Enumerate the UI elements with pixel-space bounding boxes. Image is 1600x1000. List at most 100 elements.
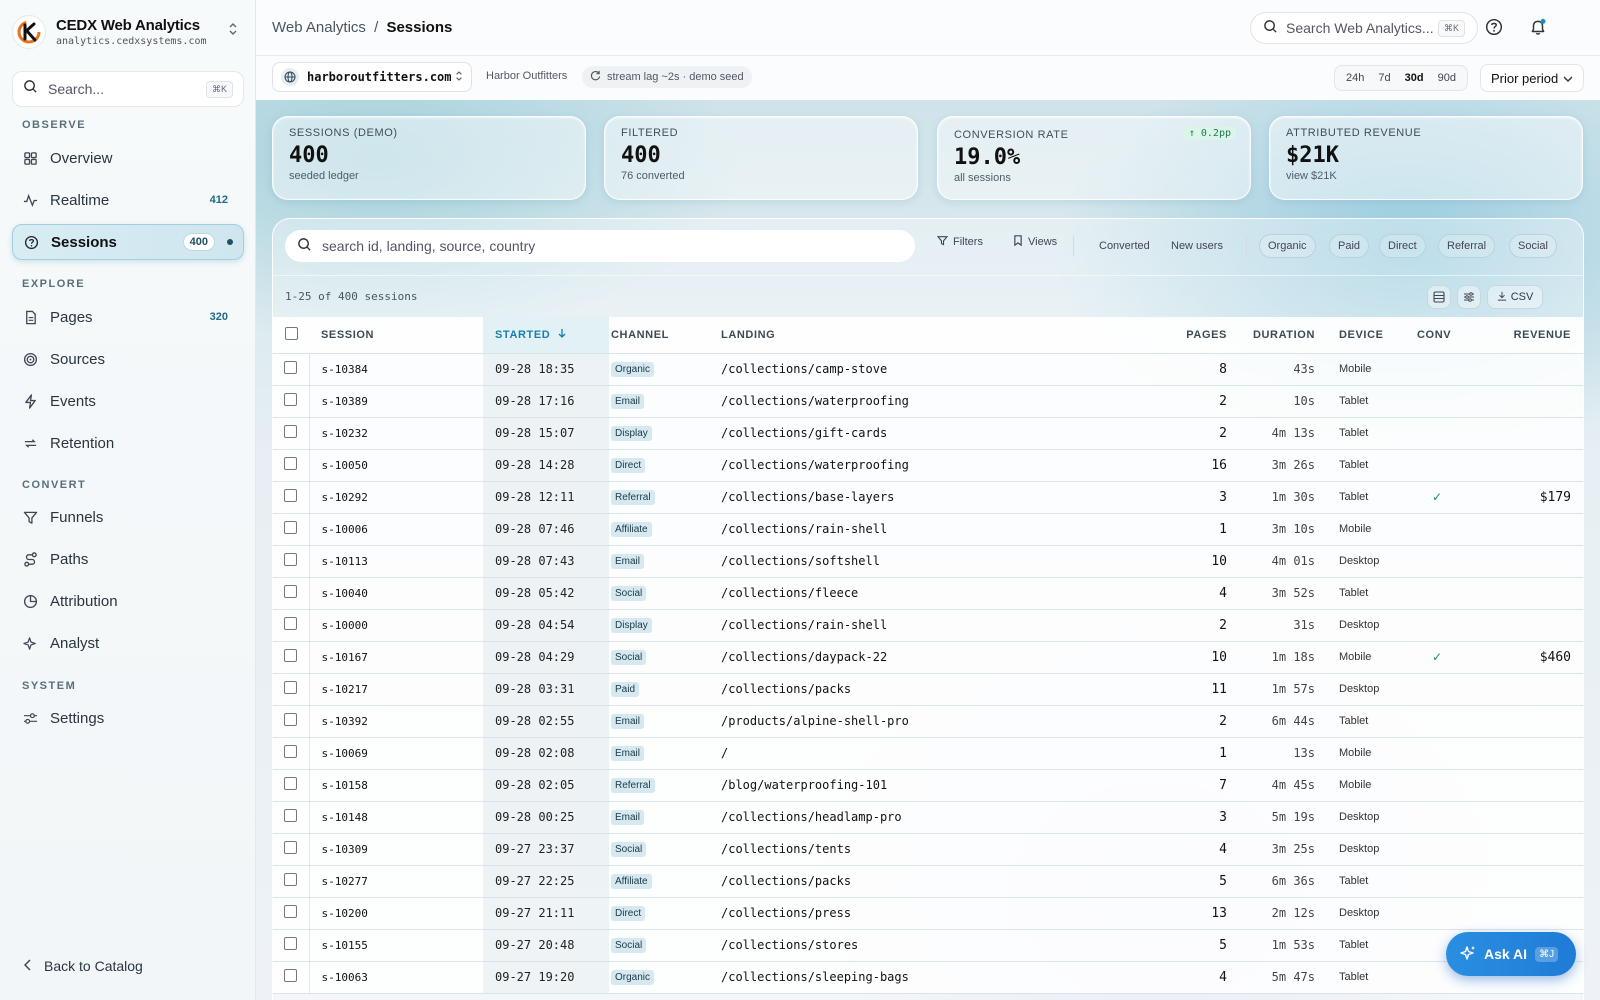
- landing-path[interactable]: /collections/fleece: [719, 577, 1139, 610]
- channel-filter-direct[interactable]: Direct: [1379, 234, 1426, 258]
- landing-path[interactable]: /collections/waterproofing: [719, 449, 1139, 482]
- sidebar-item-attribution[interactable]: Attribution: [12, 583, 244, 619]
- session-id[interactable]: s-10384: [309, 353, 483, 386]
- row-checkbox[interactable]: [284, 681, 298, 694]
- chevron-up-down-icon[interactable]: [228, 22, 238, 36]
- table-row[interactable]: s-10155 09-27 20:48 Social/collections/sto…: [273, 929, 1583, 962]
- help-icon[interactable]: [1485, 18, 1505, 38]
- table-row[interactable]: s-10389 09-28 17:16 Email/collections/wate…: [273, 385, 1583, 418]
- column-header-channel[interactable]: CHANNEL: [609, 317, 719, 354]
- column-header-pages[interactable]: PAGES: [1139, 317, 1239, 354]
- range-90d[interactable]: 90d: [1431, 72, 1463, 84]
- row-checkbox[interactable]: [284, 617, 298, 630]
- table-row[interactable]: s-10277 09-27 22:25 Affiliate/collections/…: [273, 865, 1583, 898]
- session-id[interactable]: s-10309: [309, 833, 483, 866]
- session-id[interactable]: s-10232: [309, 417, 483, 450]
- density-toggle-icon[interactable]: [1427, 285, 1451, 309]
- channel-filter-paid[interactable]: Paid: [1329, 234, 1370, 258]
- sidebar-item-overview[interactable]: Overview: [12, 140, 244, 176]
- global-search[interactable]: Search Web Analytics... ⌘K: [1250, 12, 1478, 44]
- session-id[interactable]: s-10292: [309, 481, 483, 514]
- column-header-revenue[interactable]: REVENUE: [1467, 317, 1583, 354]
- row-checkbox[interactable]: [284, 745, 298, 758]
- session-id[interactable]: s-10217: [309, 673, 483, 706]
- landing-path[interactable]: /collections/packs: [719, 673, 1139, 706]
- views-button[interactable]: Views: [1013, 235, 1057, 249]
- landing-path[interactable]: /collections/press: [719, 897, 1139, 930]
- column-header-conv[interactable]: CONV: [1407, 317, 1467, 354]
- landing-path[interactable]: /collections/rain-shell: [719, 513, 1139, 546]
- brand-switcher[interactable]: CEDX Web Analytics analytics.cedxsystems…: [12, 12, 244, 52]
- channel-filter-referral[interactable]: Referral: [1438, 234, 1496, 258]
- range-24h[interactable]: 24h: [1339, 72, 1371, 84]
- sidebar-item-realtime[interactable]: Realtime 412: [12, 182, 244, 218]
- landing-path[interactable]: /collections/gift-cards: [719, 417, 1139, 450]
- sidebar-search-input[interactable]: Search...: [48, 81, 206, 97]
- select-all-checkbox[interactable]: [284, 326, 298, 340]
- filters-button[interactable]: Filters: [936, 235, 983, 249]
- column-header-device[interactable]: DEVICE: [1327, 317, 1407, 354]
- row-checkbox[interactable]: [284, 873, 298, 886]
- converted-filter[interactable]: Converted: [1091, 234, 1158, 258]
- session-search[interactable]: search id, landing, source, country: [285, 230, 915, 262]
- row-checkbox[interactable]: [284, 425, 298, 438]
- table-row[interactable]: s-10063 09-27 19:20 Organic/collections/sl…: [273, 961, 1583, 994]
- sidebar-item-retention[interactable]: Retention: [12, 425, 244, 461]
- row-checkbox[interactable]: [284, 393, 298, 406]
- table-row[interactable]: s-10069 09-28 02:08 Email /1 13s Mobile: [273, 737, 1583, 770]
- range-30d[interactable]: 30d: [1398, 72, 1431, 84]
- table-row[interactable]: s-10232 09-28 15:07 Display/collections/gi…: [273, 417, 1583, 450]
- landing-path[interactable]: /collections/stores: [719, 929, 1139, 962]
- landing-path[interactable]: /collections/packs: [719, 865, 1139, 898]
- landing-path[interactable]: /collections/daypack-22: [719, 641, 1139, 674]
- sidebar-item-funnels[interactable]: Funnels: [12, 499, 244, 535]
- row-checkbox[interactable]: [284, 489, 298, 502]
- sidebar-item-sources[interactable]: Sources: [12, 341, 244, 377]
- landing-path[interactable]: /collections/waterproofing: [719, 385, 1139, 418]
- session-id[interactable]: s-10113: [309, 545, 483, 578]
- column-header-session[interactable]: SESSION: [309, 317, 483, 354]
- sidebar-item-paths[interactable]: Paths: [12, 541, 244, 577]
- table-row[interactable]: s-10006 09-28 07:46 Affiliate/collections/…: [273, 513, 1583, 546]
- ask-ai-button[interactable]: Ask AI ⌘J: [1446, 932, 1576, 976]
- row-checkbox[interactable]: [284, 713, 298, 726]
- row-checkbox[interactable]: [284, 585, 298, 598]
- landing-path[interactable]: /collections/rain-shell: [719, 609, 1139, 642]
- table-row[interactable]: s-10392 09-28 02:55 Email/products/alpine-…: [273, 705, 1583, 738]
- row-checkbox[interactable]: [284, 777, 298, 790]
- session-search-input[interactable]: search id, landing, source, country: [322, 238, 535, 254]
- landing-path[interactable]: /products/alpine-shell-pro: [719, 705, 1139, 738]
- table-row[interactable]: s-10113 09-28 07:43 Email/collections/soft…: [273, 545, 1583, 578]
- columns-settings-icon[interactable]: [1457, 285, 1481, 309]
- table-row[interactable]: s-10309 09-27 23:37 Social/collections/ten…: [273, 833, 1583, 866]
- row-checkbox[interactable]: [284, 841, 298, 854]
- session-id[interactable]: s-10148: [309, 801, 483, 834]
- row-checkbox[interactable]: [284, 361, 298, 374]
- new-users-filter[interactable]: New users: [1163, 234, 1231, 258]
- back-to-catalog-link[interactable]: Back to Catalog: [23, 958, 143, 974]
- landing-path[interactable]: /collections/base-layers: [719, 481, 1139, 514]
- session-id[interactable]: s-10006: [309, 513, 483, 546]
- sidebar-item-pages[interactable]: Pages 320: [12, 299, 244, 335]
- column-header-duration[interactable]: DURATION: [1239, 317, 1327, 354]
- column-header-started[interactable]: STARTED: [483, 317, 609, 354]
- range-7d[interactable]: 7d: [1371, 72, 1397, 84]
- session-id[interactable]: s-10200: [309, 897, 483, 930]
- session-id[interactable]: s-10155: [309, 929, 483, 962]
- sidebar-item-analyst[interactable]: Analyst: [12, 625, 244, 661]
- table-row[interactable]: s-10200 09-27 21:11 Direct/collections/pre…: [273, 897, 1583, 930]
- session-id[interactable]: s-10158: [309, 769, 483, 802]
- export-csv-button[interactable]: CSV: [1487, 285, 1543, 309]
- session-id[interactable]: s-10277: [309, 865, 483, 898]
- table-row[interactable]: s-10292 09-28 12:11 Referral/collections/b…: [273, 481, 1583, 514]
- table-row[interactable]: s-10040 09-28 05:42 Social/collections/fle…: [273, 577, 1583, 610]
- table-row[interactable]: s-10384 09-28 18:35 Organic/collections/ca…: [273, 353, 1583, 386]
- compare-period-select[interactable]: Prior period: [1480, 64, 1584, 92]
- sidebar-item-events[interactable]: Events: [12, 383, 244, 419]
- channel-filter-social[interactable]: Social: [1509, 234, 1557, 258]
- table-row[interactable]: s-10000 09-28 04:54 Display/collections/ra…: [273, 609, 1583, 642]
- session-id[interactable]: s-10069: [309, 737, 483, 770]
- table-row[interactable]: s-10148 09-28 00:25 Email/collections/head…: [273, 801, 1583, 834]
- row-checkbox[interactable]: [284, 649, 298, 662]
- session-id[interactable]: s-10050: [309, 449, 483, 482]
